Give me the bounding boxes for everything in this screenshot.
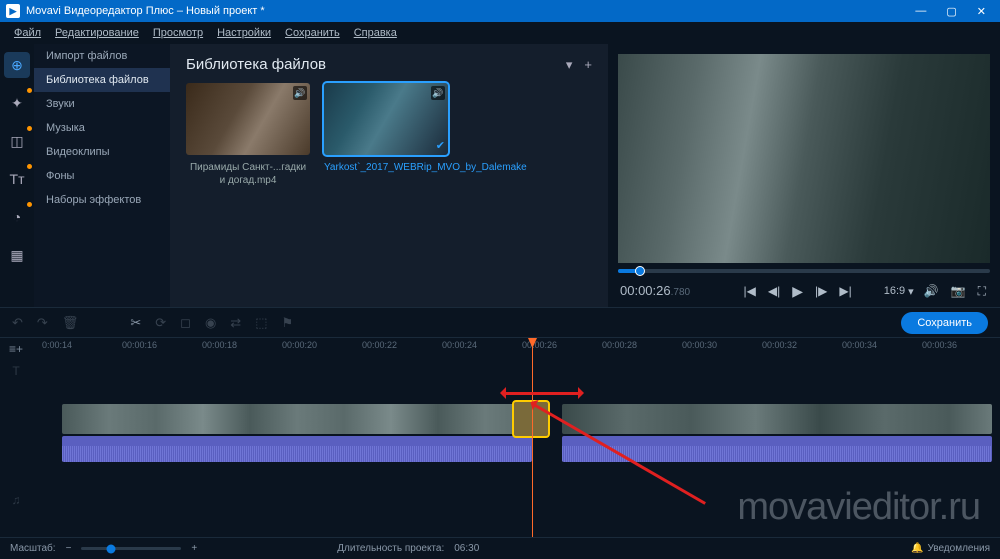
transitions-tab-icon[interactable]: ◫	[4, 128, 30, 154]
play-button[interactable]: ▶	[790, 283, 805, 300]
preview-time: 00:00:26.780	[620, 283, 690, 299]
maximize-button[interactable]: ▢	[946, 5, 956, 18]
tool-iconbar: ⊕ ✦ ◫ Tᴛ ◔ ▦	[0, 44, 34, 307]
stickers-tab-icon[interactable]: ◔	[4, 204, 30, 230]
thumb-caption: Пирамиды Санкт-...гадки и догад.mp4	[186, 161, 310, 187]
app-icon: ▶	[6, 4, 20, 18]
sidebar: Импорт файлов Библиотека файлов Звуки Му…	[34, 44, 170, 307]
statusbar: Масштаб: − + Длительность проекта: 06:30…	[0, 537, 1000, 559]
menu-settings[interactable]: Настройки	[211, 25, 277, 41]
snapshot-icon[interactable]: 📷	[949, 284, 968, 298]
add-icon[interactable]: +	[584, 57, 592, 73]
menu-save[interactable]: Сохранить	[279, 25, 346, 41]
save-button[interactable]: Сохранить	[901, 312, 988, 334]
menu-view[interactable]: Просмотр	[147, 25, 209, 41]
menubar: Файл Редактирование Просмотр Настройки С…	[0, 22, 1000, 44]
timeline-ruler[interactable]: 0:00:14 00:00:16 00:00:18 00:00:20 00:00…	[32, 338, 1000, 358]
seek-knob[interactable]	[635, 266, 645, 276]
ruler-tick: 00:00:30	[682, 340, 717, 350]
rotate-button[interactable]: ⟳	[155, 315, 166, 331]
ruler-tick: 00:00:26	[522, 340, 557, 350]
preview-panel: ? 00:00:26.780 |◀ ◀| ▶ |▶ ▶| 16:9 ▾ 🔊 📷 …	[608, 44, 1000, 307]
sidebar-item-import[interactable]: Импорт файлов	[34, 44, 170, 68]
video-clip[interactable]	[562, 404, 992, 434]
prev-clip-button[interactable]: |◀	[742, 284, 758, 298]
library-panel: Библиотека файлов ▾ + 🔊 Пирамиды Санкт-.…	[170, 44, 608, 307]
sidebar-item-videoclips[interactable]: Видеоклипы	[34, 140, 170, 164]
ruler-tick: 00:00:24	[442, 340, 477, 350]
timeline-toolbar: ↶ ↷ 🗑 ✂ ⟳ ◻ ◉ ⇄ ⬚ ⚑ Сохранить	[0, 307, 1000, 337]
ruler-tick: 00:00:32	[762, 340, 797, 350]
duration-label: Длительность проекта:	[337, 543, 444, 554]
delete-button[interactable]: 🗑	[62, 315, 79, 331]
crop-button[interactable]: ◻	[180, 315, 191, 331]
wizard-button[interactable]: ⬚	[255, 315, 267, 331]
menu-edit[interactable]: Редактирование	[49, 25, 145, 41]
audio-clip[interactable]	[62, 436, 532, 462]
video-clip[interactable]	[62, 404, 532, 434]
zoom-slider[interactable]	[81, 547, 181, 550]
chevron-down-icon: ▾	[908, 285, 914, 298]
library-title: Библиотека файлов	[186, 56, 326, 73]
notifications-button[interactable]: 🔔 Уведомления	[911, 543, 990, 554]
duration-value: 06:30	[454, 543, 479, 554]
audio-badge-icon: 🔊	[431, 86, 445, 100]
zoom-out-button[interactable]: −	[66, 543, 72, 554]
filter-icon[interactable]: ▾	[566, 57, 573, 73]
ruler-tick: 0:00:14	[42, 340, 72, 350]
more-tab-icon[interactable]: ▦	[4, 242, 30, 268]
aspect-select[interactable]: 16:9 ▾	[884, 285, 914, 298]
audio-badge-icon: 🔊	[293, 86, 307, 100]
menu-file[interactable]: Файл	[8, 25, 47, 41]
sidebar-item-sounds[interactable]: Звуки	[34, 92, 170, 116]
zoom-in-button[interactable]: +	[191, 543, 197, 554]
bell-icon: 🔔	[911, 543, 923, 554]
cut-button[interactable]: ✂	[130, 315, 141, 331]
minimize-button[interactable]: —	[915, 5, 926, 18]
import-tab-icon[interactable]: ⊕	[4, 52, 30, 78]
sidebar-item-library[interactable]: Библиотека файлов	[34, 68, 170, 92]
playhead[interactable]	[532, 338, 533, 537]
undo-button[interactable]: ↶	[12, 315, 23, 331]
step-fwd-button[interactable]: |▶	[813, 284, 829, 298]
sidebar-item-effects[interactable]: Наборы эффектов	[34, 188, 170, 212]
ruler-tick: 00:00:36	[922, 340, 957, 350]
media-thumb[interactable]: 🔊 Пирамиды Санкт-...гадки и догад.mp4	[186, 83, 310, 187]
next-clip-button[interactable]: ▶|	[837, 284, 853, 298]
transition-button[interactable]: ⇄	[230, 315, 241, 331]
ruler-tick: 00:00:20	[282, 340, 317, 350]
thumb-caption: Yarkost`_2017_WEBRip_MVO_by_Dalemake	[324, 161, 448, 174]
music-track-icon: ♫	[12, 493, 21, 507]
titles-tab-icon[interactable]: Tᴛ	[4, 166, 30, 192]
filters-tab-icon[interactable]: ✦	[4, 90, 30, 116]
zoom-label: Масштаб:	[10, 543, 56, 554]
ruler-tick: 00:00:16	[122, 340, 157, 350]
ruler-tick: 00:00:28	[602, 340, 637, 350]
sidebar-item-backgrounds[interactable]: Фоны	[34, 164, 170, 188]
sidebar-item-music[interactable]: Музыка	[34, 116, 170, 140]
close-button[interactable]: ✕	[977, 5, 986, 18]
add-track-button[interactable]: ≡+	[9, 342, 23, 356]
volume-icon[interactable]: 🔊	[922, 284, 941, 298]
preview-seekbar[interactable]	[618, 269, 990, 273]
selected-check-icon: ✔	[436, 139, 445, 152]
titlebar: ▶ Movavi Видеоредактор Плюс – Новый прое…	[0, 0, 1000, 22]
ruler-tick: 00:00:18	[202, 340, 237, 350]
preview-viewport[interactable]	[618, 54, 990, 263]
text-track-icon: T	[12, 364, 19, 378]
ruler-tick: 00:00:34	[842, 340, 877, 350]
window-title: Movavi Видеоредактор Плюс – Новый проект…	[26, 5, 265, 17]
color-button[interactable]: ◉	[205, 315, 216, 331]
fullscreen-icon[interactable]: ⛶	[976, 284, 988, 299]
ruler-tick: 00:00:22	[362, 340, 397, 350]
step-back-button[interactable]: ◀|	[766, 284, 782, 298]
menu-help[interactable]: Справка	[348, 25, 403, 41]
media-thumb[interactable]: 🔊 ✔ Yarkost`_2017_WEBRip_MVO_by_Dalemake	[324, 83, 448, 187]
timeline: ≡+ T ♫ 0:00:14 00:00:16 00:00:18 00:00:2…	[0, 337, 1000, 537]
marker-button[interactable]: ⚑	[281, 315, 293, 331]
redo-button[interactable]: ↷	[37, 315, 48, 331]
